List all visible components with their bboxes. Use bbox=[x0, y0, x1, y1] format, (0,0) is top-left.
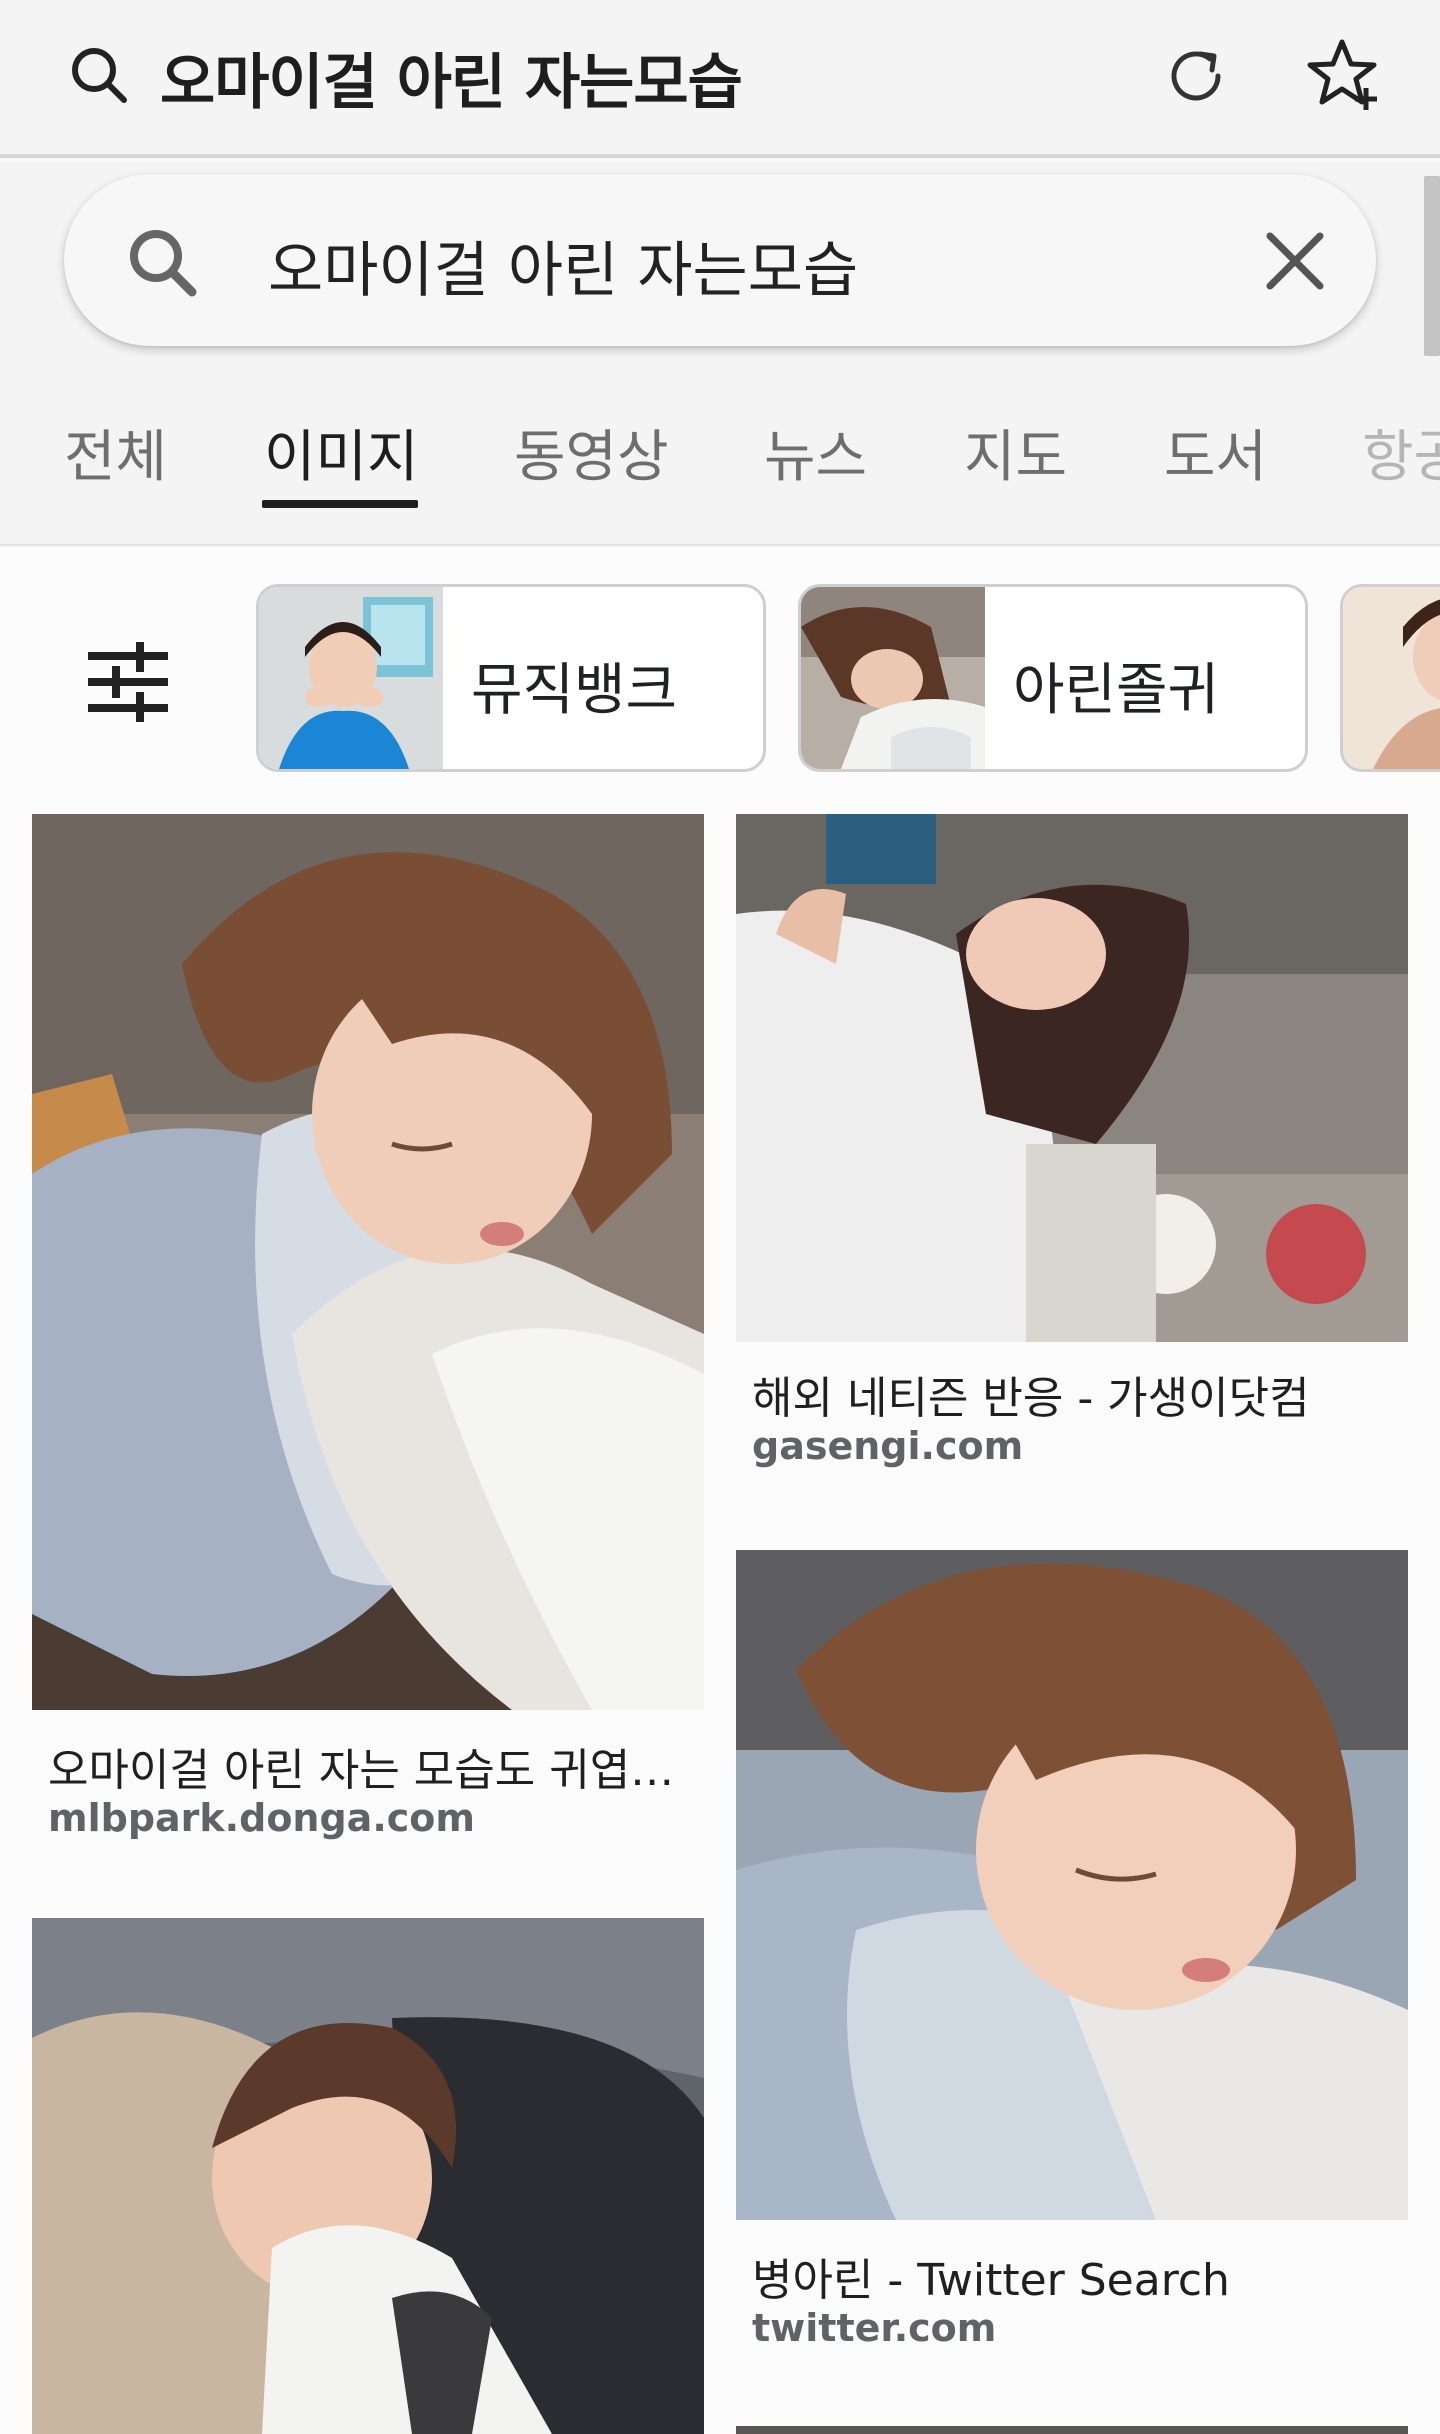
result-source[interactable]: gasengi.com bbox=[752, 1424, 1023, 1468]
chip-thumbnail-image bbox=[259, 587, 443, 769]
chip-label: 뮤직뱅크 bbox=[471, 658, 678, 723]
result-title[interactable]: 오마이걸 아린 자는 모습도 귀엽… bbox=[48, 1734, 674, 1798]
chip-thumbnail-image bbox=[1343, 587, 1440, 769]
refine-chips: 뮤직뱅크 아린졸귀 bbox=[0, 548, 1440, 800]
chip-label: 아린졸귀 bbox=[1013, 658, 1220, 723]
sleeping-photo-image bbox=[32, 1918, 704, 2434]
filter-sliders-icon[interactable] bbox=[88, 642, 168, 722]
tab-books[interactable]: 도서 bbox=[1164, 412, 1267, 493]
sleeping-photo-image bbox=[736, 1550, 1408, 2220]
tab-all[interactable]: 전체 bbox=[64, 412, 167, 493]
add-bookmark-star-icon[interactable] bbox=[1306, 36, 1384, 114]
top-bar: 오마이걸 아린 자는모습 bbox=[0, 0, 1440, 158]
search-icon[interactable] bbox=[66, 42, 132, 108]
result-source[interactable]: twitter.com bbox=[752, 2306, 996, 2350]
clear-icon[interactable] bbox=[1260, 226, 1330, 296]
result-image[interactable] bbox=[736, 2426, 1408, 2434]
search-box[interactable]: 오마이걸 아린 자는모습 bbox=[64, 174, 1376, 346]
chip-thumbnail-image bbox=[801, 587, 985, 769]
search-area: 오마이걸 아린 자는모습 bbox=[0, 162, 1440, 382]
tab-flights[interactable]: 항공 bbox=[1362, 412, 1440, 493]
search-input[interactable]: 오마이걸 아린 자는모습 bbox=[268, 222, 858, 309]
result-image[interactable] bbox=[32, 1918, 704, 2434]
result-title[interactable]: 해외 네티즌 반응 - 가생이닷컴 bbox=[752, 1362, 1310, 1426]
active-tab-indicator bbox=[262, 500, 418, 508]
chip-arin-cute[interactable]: 아린졸귀 bbox=[798, 584, 1308, 772]
result-image[interactable] bbox=[736, 814, 1408, 1342]
image-results-grid: 오마이걸 아린 자는 모습도 귀엽… mlbpark.donga.com 해외 … bbox=[0, 800, 1440, 2434]
result-image[interactable] bbox=[736, 1550, 1408, 2220]
page-title: 오마이걸 아린 자는모습 bbox=[160, 48, 743, 118]
tab-maps[interactable]: 지도 bbox=[964, 412, 1067, 493]
chip-more[interactable] bbox=[1340, 584, 1440, 772]
tab-videos[interactable]: 동영상 bbox=[514, 412, 669, 493]
result-title[interactable]: 병아린 - Twitter Search bbox=[752, 2244, 1230, 2308]
search-icon bbox=[130, 230, 197, 297]
sleeping-photo-image bbox=[32, 814, 704, 1710]
refresh-icon[interactable] bbox=[1160, 40, 1232, 112]
tab-images[interactable]: 이미지 bbox=[264, 412, 419, 493]
scrollbar[interactable] bbox=[1424, 176, 1440, 356]
chip-music-bank[interactable]: 뮤직뱅크 bbox=[256, 584, 766, 772]
sleeping-photo-image bbox=[736, 814, 1408, 1342]
tab-news[interactable]: 뉴스 bbox=[764, 412, 867, 493]
result-image[interactable] bbox=[32, 814, 704, 1710]
search-tabs: 전체 이미지 동영상 뉴스 지도 도서 항공 bbox=[0, 382, 1440, 546]
result-source[interactable]: mlbpark.donga.com bbox=[48, 1796, 475, 1840]
